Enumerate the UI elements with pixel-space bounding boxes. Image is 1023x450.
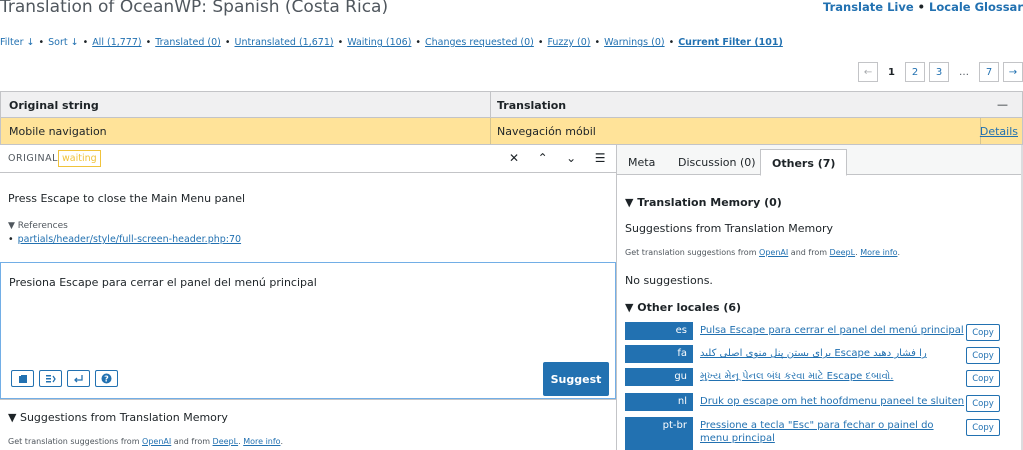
more-info-link[interactable]: More info (860, 248, 897, 257)
translation-memory-heading[interactable]: ▼ Translation Memory (0) (625, 196, 782, 209)
current-page: 1 (888, 66, 895, 78)
table-header: Original string Translation — (0, 91, 1023, 118)
help-button[interactable]: ? (95, 370, 118, 387)
locale-code: pt-br (625, 417, 693, 450)
close-icon[interactable]: ✕ (509, 151, 520, 165)
locale-code: es (625, 322, 693, 340)
copy-button[interactable]: Copy (966, 419, 1000, 436)
copy-button[interactable]: Copy (966, 370, 1000, 387)
editor-action-buttons: ? (11, 370, 118, 387)
filter-untranslated[interactable]: Untranslated (1,671) (234, 37, 333, 48)
more-info-link[interactable]: More info (243, 437, 280, 446)
tab-discussion[interactable]: Discussion (0) (667, 149, 767, 175)
help-icon: ? (101, 373, 112, 384)
filter-bar: Filter ↓ • Sort ↓ • All (1,777) • Translated (… (0, 37, 783, 48)
deepl-link[interactable]: DeepL (830, 248, 856, 257)
list-item: gu મુખ્ય મેનૂ પેનલ બંધ કરવા માટે Escape … (625, 368, 1005, 387)
copy-original-button[interactable] (11, 370, 34, 387)
status-badge: waiting (58, 150, 101, 167)
no-suggestions-text: No suggestions. (625, 274, 713, 287)
separator-dot: • (917, 0, 926, 14)
chevron-up-icon[interactable]: ⌃ (538, 151, 549, 165)
locale-translation[interactable]: મુખ્ય મેનૂ પેનલ બંધ કરવા માટે Escape દબા… (700, 370, 965, 383)
reference-link[interactable]: partials/header/style/full-screen-header… (8, 234, 241, 245)
menu-icon[interactable]: ☰ (595, 151, 606, 165)
chevron-down-icon[interactable]: ⌄ (566, 151, 577, 165)
svg-text:?: ? (104, 374, 109, 383)
other-locales-heading[interactable]: ▼ Other locales (6) (625, 301, 741, 314)
next-page-button[interactable]: → (1003, 62, 1023, 82)
list-item: nl Druk op escape om het hoofdmenu panee… (625, 393, 1005, 412)
col-translation: Translation (497, 99, 567, 112)
list-item: es Pulsa Escape para cerrar el panel del… (625, 322, 1005, 341)
translate-live-link[interactable]: Translate Live (823, 0, 914, 14)
page-title: Translation of OceanWP: Spanish (Costa R… (0, 0, 389, 17)
tm-suggestions-note: Get translation suggestions from OpenAI … (8, 437, 283, 446)
row-translation: Navegación móbil (497, 125, 596, 138)
filter-changes-requested[interactable]: Changes requested (0) (425, 37, 534, 48)
openai-link[interactable]: OpenAI (142, 437, 171, 446)
sidebar-tabs: Meta Discussion (0) Others (7) (617, 145, 1023, 176)
format-icon (46, 374, 56, 382)
editor-header: ORIGINAL waiting ✕ ⌃ ⌄ ☰ (0, 145, 616, 173)
insert-newline-button[interactable] (67, 370, 90, 387)
filter-all[interactable]: All (1,777) (92, 37, 141, 48)
table-row[interactable]: Mobile navigation Navegación móbil Detai… (0, 118, 1023, 145)
locale-translation[interactable]: را فشار دهید Escape برای بستن پنل منوی ا… (700, 347, 965, 360)
page-2-button[interactable]: 2 (905, 62, 925, 82)
newline-icon (74, 374, 83, 382)
filter-warnings[interactable]: Warnings (0) (604, 37, 664, 48)
editor-sidebar: Meta Discussion (0) Others (7) ▼ Transla… (617, 145, 1023, 450)
locale-translation[interactable]: Pressione a tecla "Esc" para fechar o pa… (700, 419, 965, 445)
tm-suggestions-label: Suggestions from Translation Memory (625, 222, 833, 235)
tm-note: Get translation suggestions from OpenAI … (625, 248, 900, 257)
locale-translation[interactable]: Pulsa Escape para cerrar el panel del me… (700, 324, 965, 337)
page-3-button[interactable]: 3 (929, 62, 949, 82)
col-actions: — (997, 98, 1008, 111)
translation-textarea[interactable]: Presiona Escape para cerrar el panel del… (0, 262, 616, 399)
references-toggle[interactable]: ▼ References (8, 221, 68, 231)
copy-icon (18, 374, 27, 383)
filter-waiting[interactable]: Waiting (106) (347, 37, 411, 48)
pagination: ← 1 2 3 … 7 → (858, 62, 1023, 82)
top-links: Translate Live • Locale Glossar (823, 0, 1023, 14)
references: ▼ References partials/header/style/full-… (8, 221, 241, 245)
filter-translated[interactable]: Translated (0) (155, 37, 221, 48)
locale-code: nl (625, 393, 693, 411)
locale-translation[interactable]: Druk op escape om het hoofdmenu paneel t… (700, 395, 965, 408)
original-text: Press Escape to close the Main Menu pane… (8, 192, 246, 205)
copy-button[interactable]: Copy (966, 347, 1000, 364)
filter-toggle[interactable]: Filter ↓ (0, 37, 35, 48)
original-label: ORIGINAL (8, 153, 58, 164)
suggest-button[interactable]: Suggest (543, 362, 609, 396)
copy-button[interactable]: Copy (966, 395, 1000, 412)
page-7-button[interactable]: 7 (979, 62, 999, 82)
tab-others[interactable]: Others (7) (760, 149, 848, 176)
tm-suggestions-section: ▼ Suggestions from Translation Memory Ge… (0, 399, 616, 450)
prev-page-button[interactable]: ← (858, 62, 879, 82)
locale-code: gu (625, 368, 693, 386)
pagination-ellipsis: … (959, 66, 969, 78)
filter-current[interactable]: Current Filter (101) (678, 37, 783, 48)
sort-toggle[interactable]: Sort ↓ (48, 37, 78, 48)
filter-fuzzy[interactable]: Fuzzy (0) (547, 37, 590, 48)
editor-toolbar: ✕ ⌃ ⌄ ☰ (509, 151, 606, 165)
openai-link[interactable]: OpenAI (759, 248, 788, 257)
tm-suggestions-heading[interactable]: ▼ Suggestions from Translation Memory (8, 411, 228, 424)
list-item: pt-br Pressione a tecla "Esc" para fecha… (625, 417, 1005, 450)
translation-text: Presiona Escape para cerrar el panel del… (9, 276, 317, 289)
locale-code: fa (625, 345, 693, 363)
list-item: fa را فشار دهید Escape برای بستن پنل منو… (625, 345, 1005, 364)
col-original-string: Original string (9, 99, 99, 112)
translation-editor: ORIGINAL waiting ✕ ⌃ ⌄ ☰ Press Escape to… (0, 145, 617, 450)
insert-tab-button[interactable] (39, 370, 62, 387)
details-link[interactable]: Details (980, 125, 1018, 138)
deepl-link[interactable]: DeepL (213, 437, 239, 446)
locale-glossary-link[interactable]: Locale Glossar (929, 0, 1023, 14)
row-original-string: Mobile navigation (9, 125, 107, 138)
tab-meta[interactable]: Meta (617, 149, 666, 175)
copy-button[interactable]: Copy (966, 324, 1000, 341)
